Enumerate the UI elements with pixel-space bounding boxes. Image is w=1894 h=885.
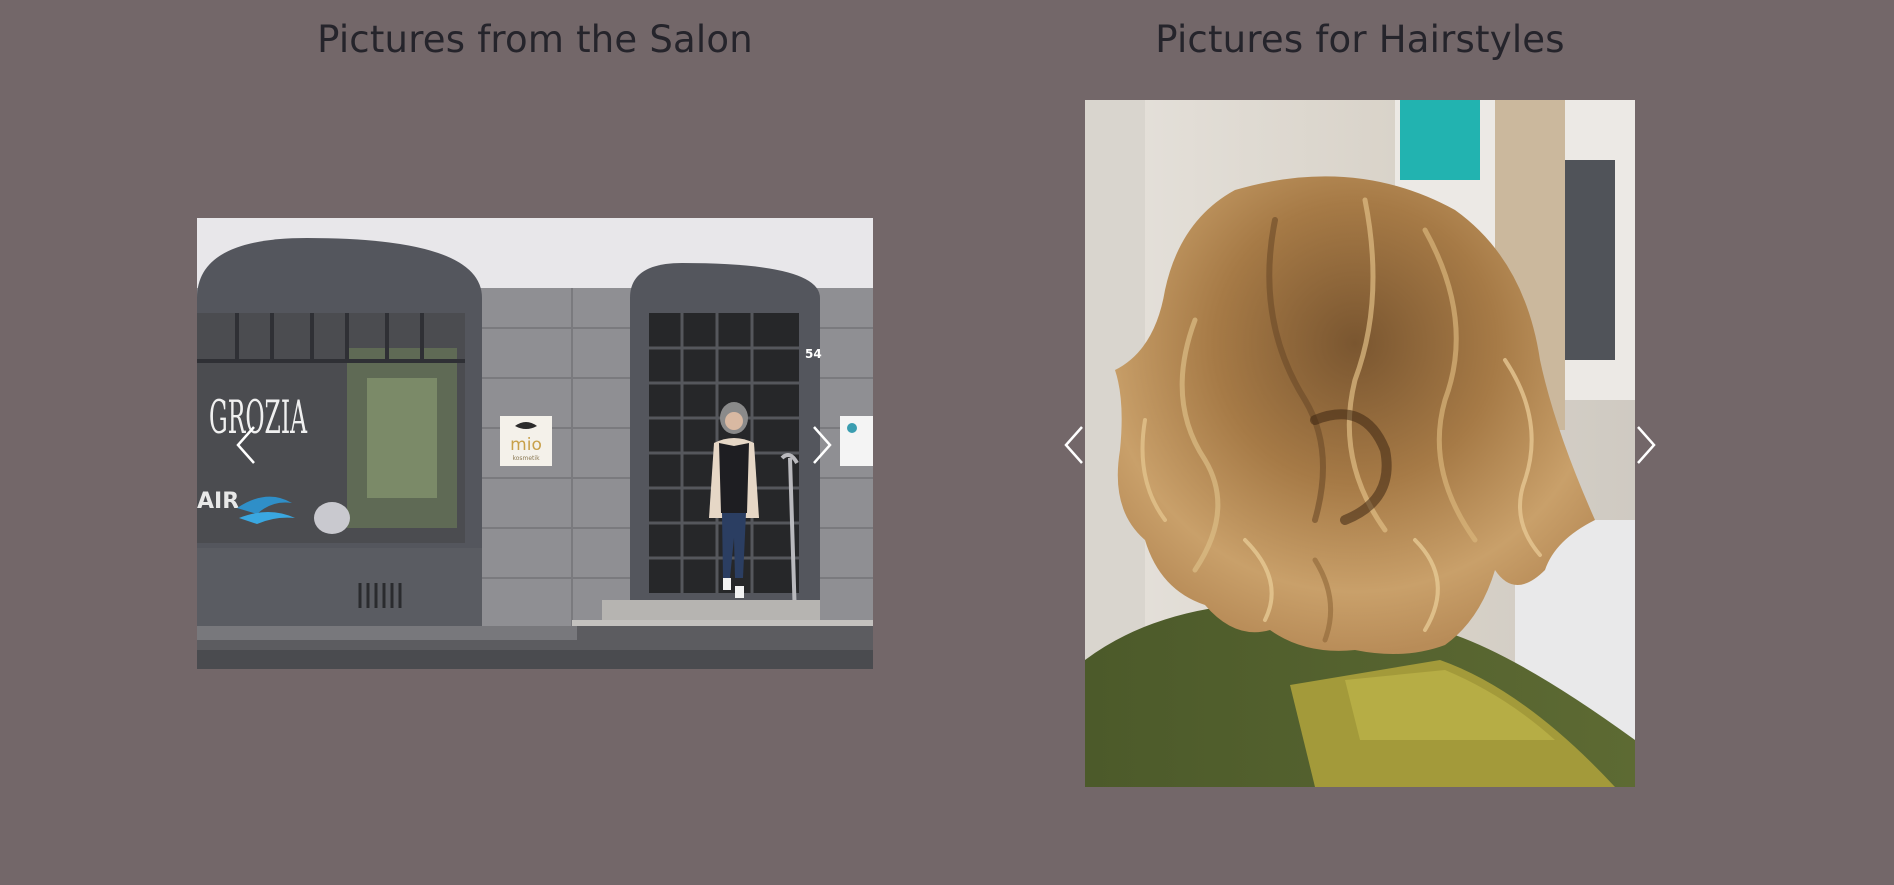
hairstyle-photo [1085,100,1635,787]
svg-text:AIR: AIR [197,489,239,514]
chevron-right-icon [813,426,832,464]
salon-prev-button[interactable] [429,641,459,669]
salon-prev-arrow[interactable] [232,423,262,467]
svg-text:mio: mio [510,435,542,455]
chevron-left-icon [1064,426,1083,464]
chevron-left-icon [236,426,255,464]
hairstyles-section: Pictures for Hairstyles [1030,0,1894,885]
hairstyles-carousel[interactable] [1085,100,1635,787]
salon-carousel[interactable]: GROZIA AIR mio kosmetik 54 [197,218,873,669]
svg-text:54: 54 [805,347,822,361]
hairstyles-next-arrow[interactable] [1630,423,1660,467]
hairstyles-section-title: Pictures for Hairstyles [1155,18,1565,61]
salon-section: Pictures from the Salon GROZIA AIR mio k… [0,0,1070,885]
svg-text:kosmetik: kosmetik [512,455,540,462]
salon-next-arrow[interactable] [806,423,836,467]
page: Pictures from the Salon GROZIA AIR mio k… [0,0,1894,885]
salon-section-title: Pictures from the Salon [317,18,753,61]
hairstyles-prev-arrow[interactable] [1060,423,1090,467]
chevron-right-icon [1637,426,1656,464]
salon-photo: GROZIA AIR mio kosmetik 54 [197,218,873,669]
